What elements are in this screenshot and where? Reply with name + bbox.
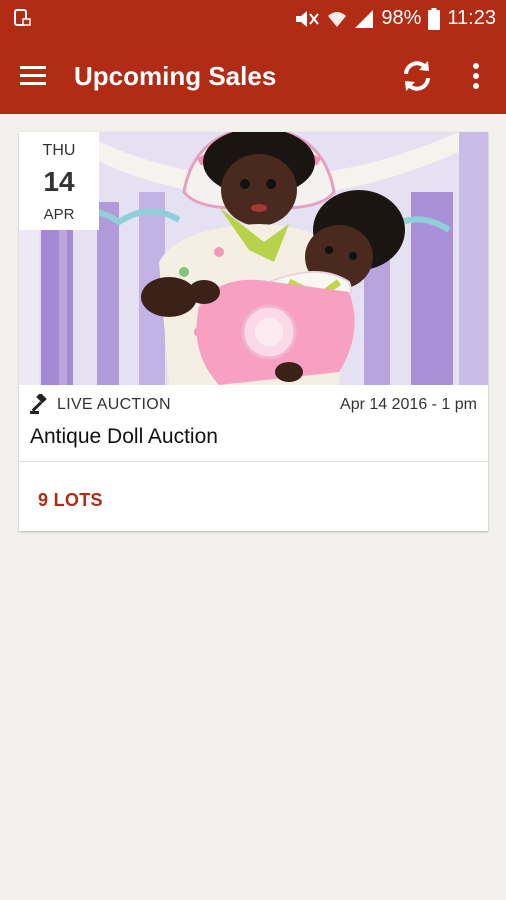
lots-button[interactable]: 9 LOTS (38, 490, 103, 511)
sale-card[interactable]: THU 14 APR LIVE AUCTION Apr 14 2016 - 1 … (19, 132, 488, 531)
wifi-icon (327, 9, 347, 29)
menu-button[interactable] (18, 61, 48, 91)
battery-percent: 98% (381, 7, 422, 29)
gavel-icon (30, 392, 50, 414)
more-options-button[interactable] (462, 59, 490, 93)
clock: 11:23 (447, 7, 496, 29)
page-title: Upcoming Sales (74, 61, 277, 91)
date-badge: THU 14 APR (19, 132, 99, 230)
sale-datetime: Apr 14 2016 - 1 pm (340, 396, 477, 413)
screenshot-icon (12, 8, 32, 28)
date-month: APR (43, 206, 75, 223)
more-vert-icon (462, 63, 490, 97)
battery-icon (428, 7, 441, 30)
card-divider (19, 461, 488, 462)
refresh-icon (398, 61, 436, 99)
refresh-button[interactable] (398, 57, 436, 95)
date-day-number: 14 (43, 166, 75, 197)
date-day-of-week: THU (42, 142, 76, 159)
sale-image: THU 14 APR (19, 132, 488, 385)
sale-type-label: LIVE AUCTION (57, 396, 171, 413)
mute-icon (294, 9, 320, 29)
sale-title: Antique Doll Auction (30, 425, 218, 448)
status-bar: 98% 11:23 (0, 0, 506, 37)
menu-icon (18, 66, 48, 95)
signal-icon (354, 9, 374, 29)
sale-meta: LIVE AUCTION Apr 14 2016 - 1 pm Antique … (19, 385, 488, 462)
app-bar: Upcoming Sales (0, 37, 506, 114)
